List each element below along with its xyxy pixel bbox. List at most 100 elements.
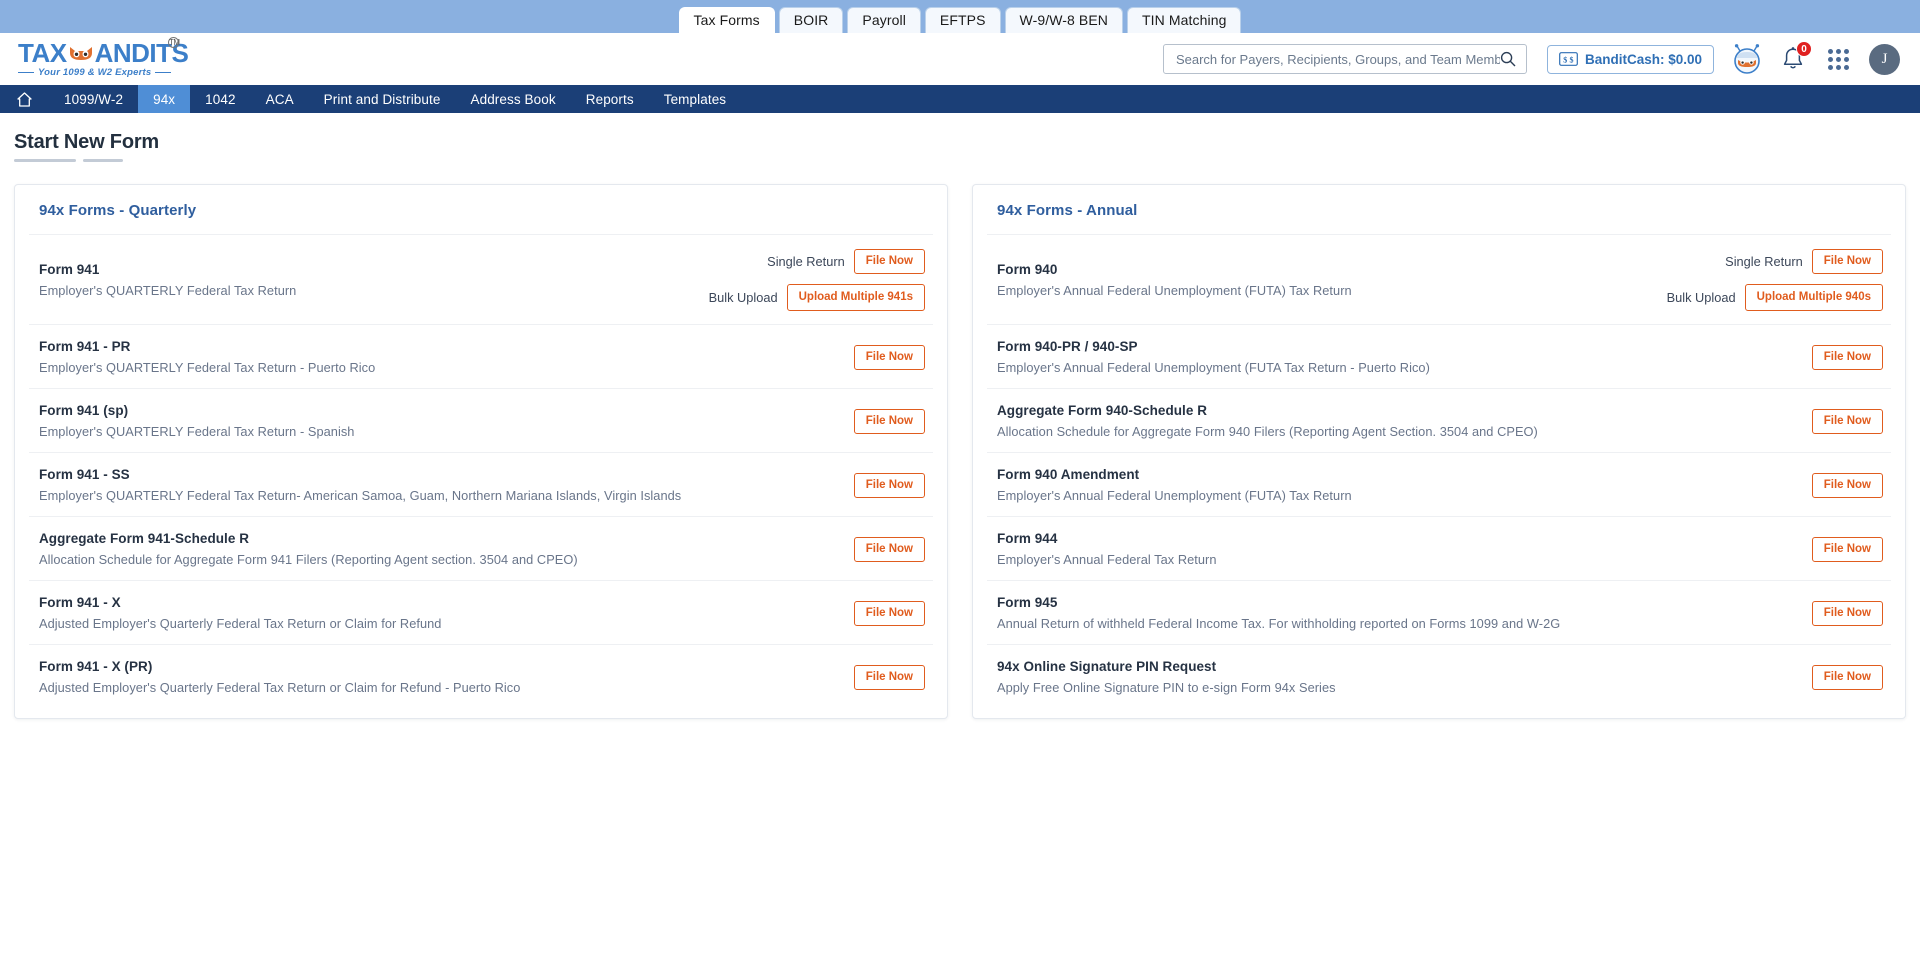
apps-grid-icon[interactable]: [1828, 48, 1849, 70]
form-actions: Single Return File Now Bulk Upload Uploa…: [709, 249, 925, 311]
single-return-action: Single Return File Now: [1725, 249, 1883, 274]
form-description: Employer's Annual Federal Tax Return: [997, 552, 1217, 567]
single-return-label: Single Return: [1725, 254, 1803, 269]
card-94x-annual: 94x Forms - Annual Form 940 Employer's A…: [972, 184, 1906, 719]
form-actions: File Now: [1811, 664, 1883, 690]
home-icon: [16, 91, 33, 108]
form-info: Form 941 Employer's QUARTERLY Federal Ta…: [39, 262, 709, 298]
table-row: Form 941 - PR Employer's QUARTERLY Feder…: [29, 324, 933, 388]
form-info: Aggregate Form 941-Schedule R Allocation…: [39, 531, 854, 567]
form-description: Employer's QUARTERLY Federal Tax Return …: [39, 424, 355, 439]
main-navigation: 1099/W-2 94x 1042 ACA Print and Distribu…: [0, 85, 1920, 113]
product-tab-eftps[interactable]: EFTPS: [924, 7, 1001, 33]
form-name: Form 941 - X: [39, 595, 121, 610]
file-now-button[interactable]: File Now: [853, 472, 925, 498]
card-94x-quarterly: 94x Forms - Quarterly Form 941 Employer'…: [14, 184, 948, 719]
form-name: Form 941 - PR: [39, 339, 131, 354]
brand-logo-text: TAX ANDITS TM: [18, 37, 198, 66]
form-info: Form 940-PR / 940-SP Employer's Annual F…: [997, 339, 1812, 375]
form-description: Employer's Annual Federal Unemployment (…: [997, 360, 1430, 375]
brand-tagline: Your 1099 & W2 Experts: [38, 67, 152, 78]
form-info: Form 941 (sp) Employer's QUARTERLY Feder…: [39, 403, 854, 439]
product-tab-boir[interactable]: BOIR: [778, 7, 844, 33]
forms-cards-container: 94x Forms - Quarterly Form 941 Employer'…: [14, 184, 1906, 719]
file-now-button[interactable]: File Now: [853, 600, 925, 626]
search-icon[interactable]: [1500, 51, 1516, 67]
nav-item-templates[interactable]: Templates: [649, 85, 741, 113]
table-row: Aggregate Form 940-Schedule R Allocation…: [987, 388, 1891, 452]
file-now-button[interactable]: File Now: [853, 536, 925, 562]
form-name: Form 941: [39, 262, 100, 277]
nav-item-94x[interactable]: 94x: [138, 85, 191, 113]
tagline-dash-right: [155, 71, 172, 74]
form-info: Form 944 Employer's Annual Federal Tax R…: [997, 531, 1812, 567]
nav-item-1042[interactable]: 1042: [190, 85, 250, 113]
file-now-button[interactable]: File Now: [1811, 249, 1883, 274]
file-now-button[interactable]: File Now: [853, 249, 925, 274]
file-now-button[interactable]: File Now: [853, 344, 925, 370]
form-actions: Single Return File Now Bulk Upload Uploa…: [1667, 249, 1883, 311]
app-header: TAX ANDITS TM Your 1099 & W2 Experts Sea…: [0, 33, 1920, 85]
nav-item-reports[interactable]: Reports: [571, 85, 649, 113]
form-actions: File Now: [1811, 408, 1883, 434]
bandit-cash-button[interactable]: $ $ BanditCash: $0.00: [1546, 44, 1714, 74]
file-now-button[interactable]: File Now: [1811, 664, 1883, 690]
nav-item-home[interactable]: [0, 85, 49, 113]
form-actions: File Now: [853, 472, 925, 498]
form-name: Form 940-PR / 940-SP: [997, 339, 1138, 354]
nav-item-1099-w2[interactable]: 1099/W-2: [49, 85, 138, 113]
file-now-button[interactable]: File Now: [1811, 408, 1883, 434]
nav-item-address-book[interactable]: Address Book: [455, 85, 570, 113]
bandit-mask-icon: [68, 46, 94, 61]
file-now-button[interactable]: File Now: [1811, 600, 1883, 626]
form-name: Form 944: [997, 531, 1058, 546]
form-info: 94x Online Signature PIN Request Apply F…: [997, 659, 1812, 695]
form-name: Form 945: [997, 595, 1058, 610]
page-content: Start New Form 94x Forms - Quarterly For…: [0, 113, 1920, 719]
product-tab-tax-forms[interactable]: Tax Forms: [678, 7, 775, 33]
bulk-upload-action: Bulk Upload Upload Multiple 941s: [709, 284, 925, 311]
search-box[interactable]: [1162, 44, 1527, 74]
form-info: Form 941 - PR Employer's QUARTERLY Feder…: [39, 339, 854, 375]
nav-item-print-and-distribute[interactable]: Print and Distribute: [309, 85, 456, 113]
table-row: Form 940-PR / 940-SP Employer's Annual F…: [987, 324, 1891, 388]
file-now-button[interactable]: File Now: [1811, 472, 1883, 498]
form-name: Aggregate Form 940-Schedule R: [997, 403, 1208, 418]
bandit-cash-label: BanditCash: $0.00: [1584, 51, 1702, 67]
form-actions: File Now: [853, 408, 925, 434]
form-info: Form 941 - X (PR) Adjusted Employer's Qu…: [39, 659, 854, 695]
brand-logo[interactable]: TAX ANDITS TM Your 1099 & W2 Experts: [18, 37, 198, 78]
file-now-button[interactable]: File Now: [853, 664, 925, 690]
form-name: Form 941 - X (PR): [39, 659, 153, 674]
file-now-button[interactable]: File Now: [1811, 536, 1883, 562]
form-info: Form 941 - X Adjusted Employer's Quarter…: [39, 595, 854, 631]
product-tab-w9-w8ben[interactable]: W-9/W-8 BEN: [1004, 7, 1124, 33]
form-actions: File Now: [1811, 472, 1883, 498]
user-avatar[interactable]: J: [1869, 43, 1900, 75]
nav-item-aca[interactable]: ACA: [251, 85, 309, 113]
file-now-button[interactable]: File Now: [1811, 344, 1883, 370]
svg-text:$: $: [1569, 55, 1573, 64]
form-name: Form 941 (sp): [39, 403, 129, 418]
upload-multiple-button[interactable]: Upload Multiple 941s: [786, 284, 925, 311]
notifications-button[interactable]: 0: [1780, 41, 1812, 72]
search-input[interactable]: [1175, 51, 1500, 67]
form-description: Employer's QUARTERLY Federal Tax Return: [39, 283, 297, 298]
product-tab-tin-matching[interactable]: TIN Matching: [1127, 7, 1242, 33]
trademark-icon: TM: [168, 37, 180, 48]
form-info: Aggregate Form 940-Schedule R Allocation…: [997, 403, 1812, 439]
form-info: Form 945 Annual Return of withheld Feder…: [997, 595, 1812, 631]
form-name: Aggregate Form 941-Schedule R: [39, 531, 250, 546]
page-title: Start New Form: [14, 131, 160, 153]
form-name: 94x Online Signature PIN Request: [997, 659, 1217, 674]
bulk-upload-label: Bulk Upload: [708, 290, 778, 305]
product-tab-payroll[interactable]: Payroll: [847, 7, 921, 33]
chatbot-icon[interactable]: [1732, 44, 1762, 74]
form-description: Employer's Annual Federal Unemployment (…: [997, 488, 1352, 503]
upload-multiple-button[interactable]: Upload Multiple 940s: [1744, 284, 1883, 311]
bulk-upload-action: Bulk Upload Upload Multiple 940s: [1667, 284, 1883, 311]
form-description: Apply Free Online Signature PIN to e-sig…: [997, 680, 1336, 695]
table-row: Form 941 - X Adjusted Employer's Quarter…: [29, 580, 933, 644]
file-now-button[interactable]: File Now: [853, 408, 925, 434]
form-actions: File Now: [853, 536, 925, 562]
